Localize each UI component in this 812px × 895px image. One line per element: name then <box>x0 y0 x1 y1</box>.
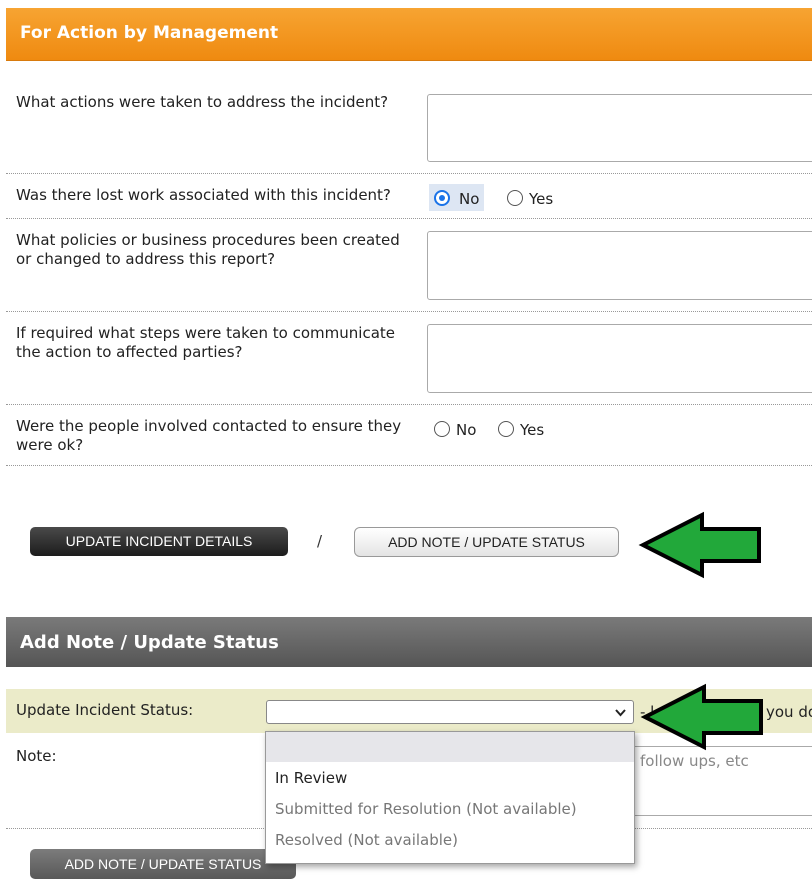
contacted-question-label-2: were ok? <box>16 436 84 454</box>
lost-work-no-label[interactable]: No <box>459 190 479 208</box>
status-option-blank[interactable] <box>266 732 634 762</box>
note-placeholder-hint: follow ups, etc <box>640 752 749 770</box>
row-divider <box>6 465 812 466</box>
row-divider <box>6 218 812 219</box>
row-divider <box>6 173 812 174</box>
contacted-yes-radio[interactable] <box>498 421 514 437</box>
status-label: Update Incident Status: <box>16 701 194 719</box>
policies-textarea[interactable] <box>427 231 812 300</box>
status-hint-right: you do <box>766 703 812 721</box>
lost-work-question-label: Was there lost work associated with this… <box>16 186 391 204</box>
contacted-question-label-1: Were the people involved contacted to en… <box>16 417 402 435</box>
status-option-resolved: Resolved (Not available) <box>275 831 458 849</box>
note-label: Note: <box>16 747 57 765</box>
management-section-header: For Action by Management <box>6 8 812 61</box>
green-arrow-icon <box>638 511 761 579</box>
add-note-update-status-button[interactable]: ADD NOTE / UPDATE STATUS <box>354 527 619 557</box>
lost-work-yes-radio[interactable] <box>507 190 523 206</box>
contacted-no-label[interactable]: No <box>456 421 476 439</box>
buttons-separator: / <box>317 532 323 550</box>
communicate-textarea[interactable] <box>427 324 812 393</box>
actions-question-label: What actions were taken to address the i… <box>16 93 389 111</box>
status-option-in-review[interactable]: In Review <box>266 763 634 793</box>
status-option-submitted: Submitted for Resolution (Not available) <box>275 800 577 818</box>
row-divider <box>6 311 812 312</box>
status-select[interactable] <box>266 700 634 724</box>
communicate-question-label-1: If required what steps were taken to com… <box>16 324 395 342</box>
actions-taken-textarea[interactable] <box>427 94 812 162</box>
lost-work-no-radio[interactable] <box>434 190 450 206</box>
communicate-question-label-2: the action to affected parties? <box>16 343 243 361</box>
row-divider <box>6 404 812 405</box>
policies-question-label-2: or changed to address this report? <box>16 250 276 268</box>
contacted-no-radio[interactable] <box>434 421 450 437</box>
note-section-header: Add Note / Update Status <box>6 617 812 667</box>
note-header-title: Add Note / Update Status <box>20 632 279 653</box>
update-incident-details-button[interactable]: UPDATE INCIDENT DETAILS <box>30 527 288 556</box>
status-dropdown-list: In Review Submitted for Resolution (Not … <box>265 731 635 864</box>
lost-work-yes-label[interactable]: Yes <box>529 190 553 208</box>
policies-question-label-1: What policies or business procedures bee… <box>16 231 400 249</box>
management-header-title: For Action by Management <box>20 23 279 43</box>
green-arrow-icon <box>640 683 763 751</box>
chevron-down-icon <box>615 709 626 717</box>
add-note-submit-button[interactable]: ADD NOTE / UPDATE STATUS <box>30 849 296 879</box>
contacted-yes-label[interactable]: Yes <box>520 421 544 439</box>
